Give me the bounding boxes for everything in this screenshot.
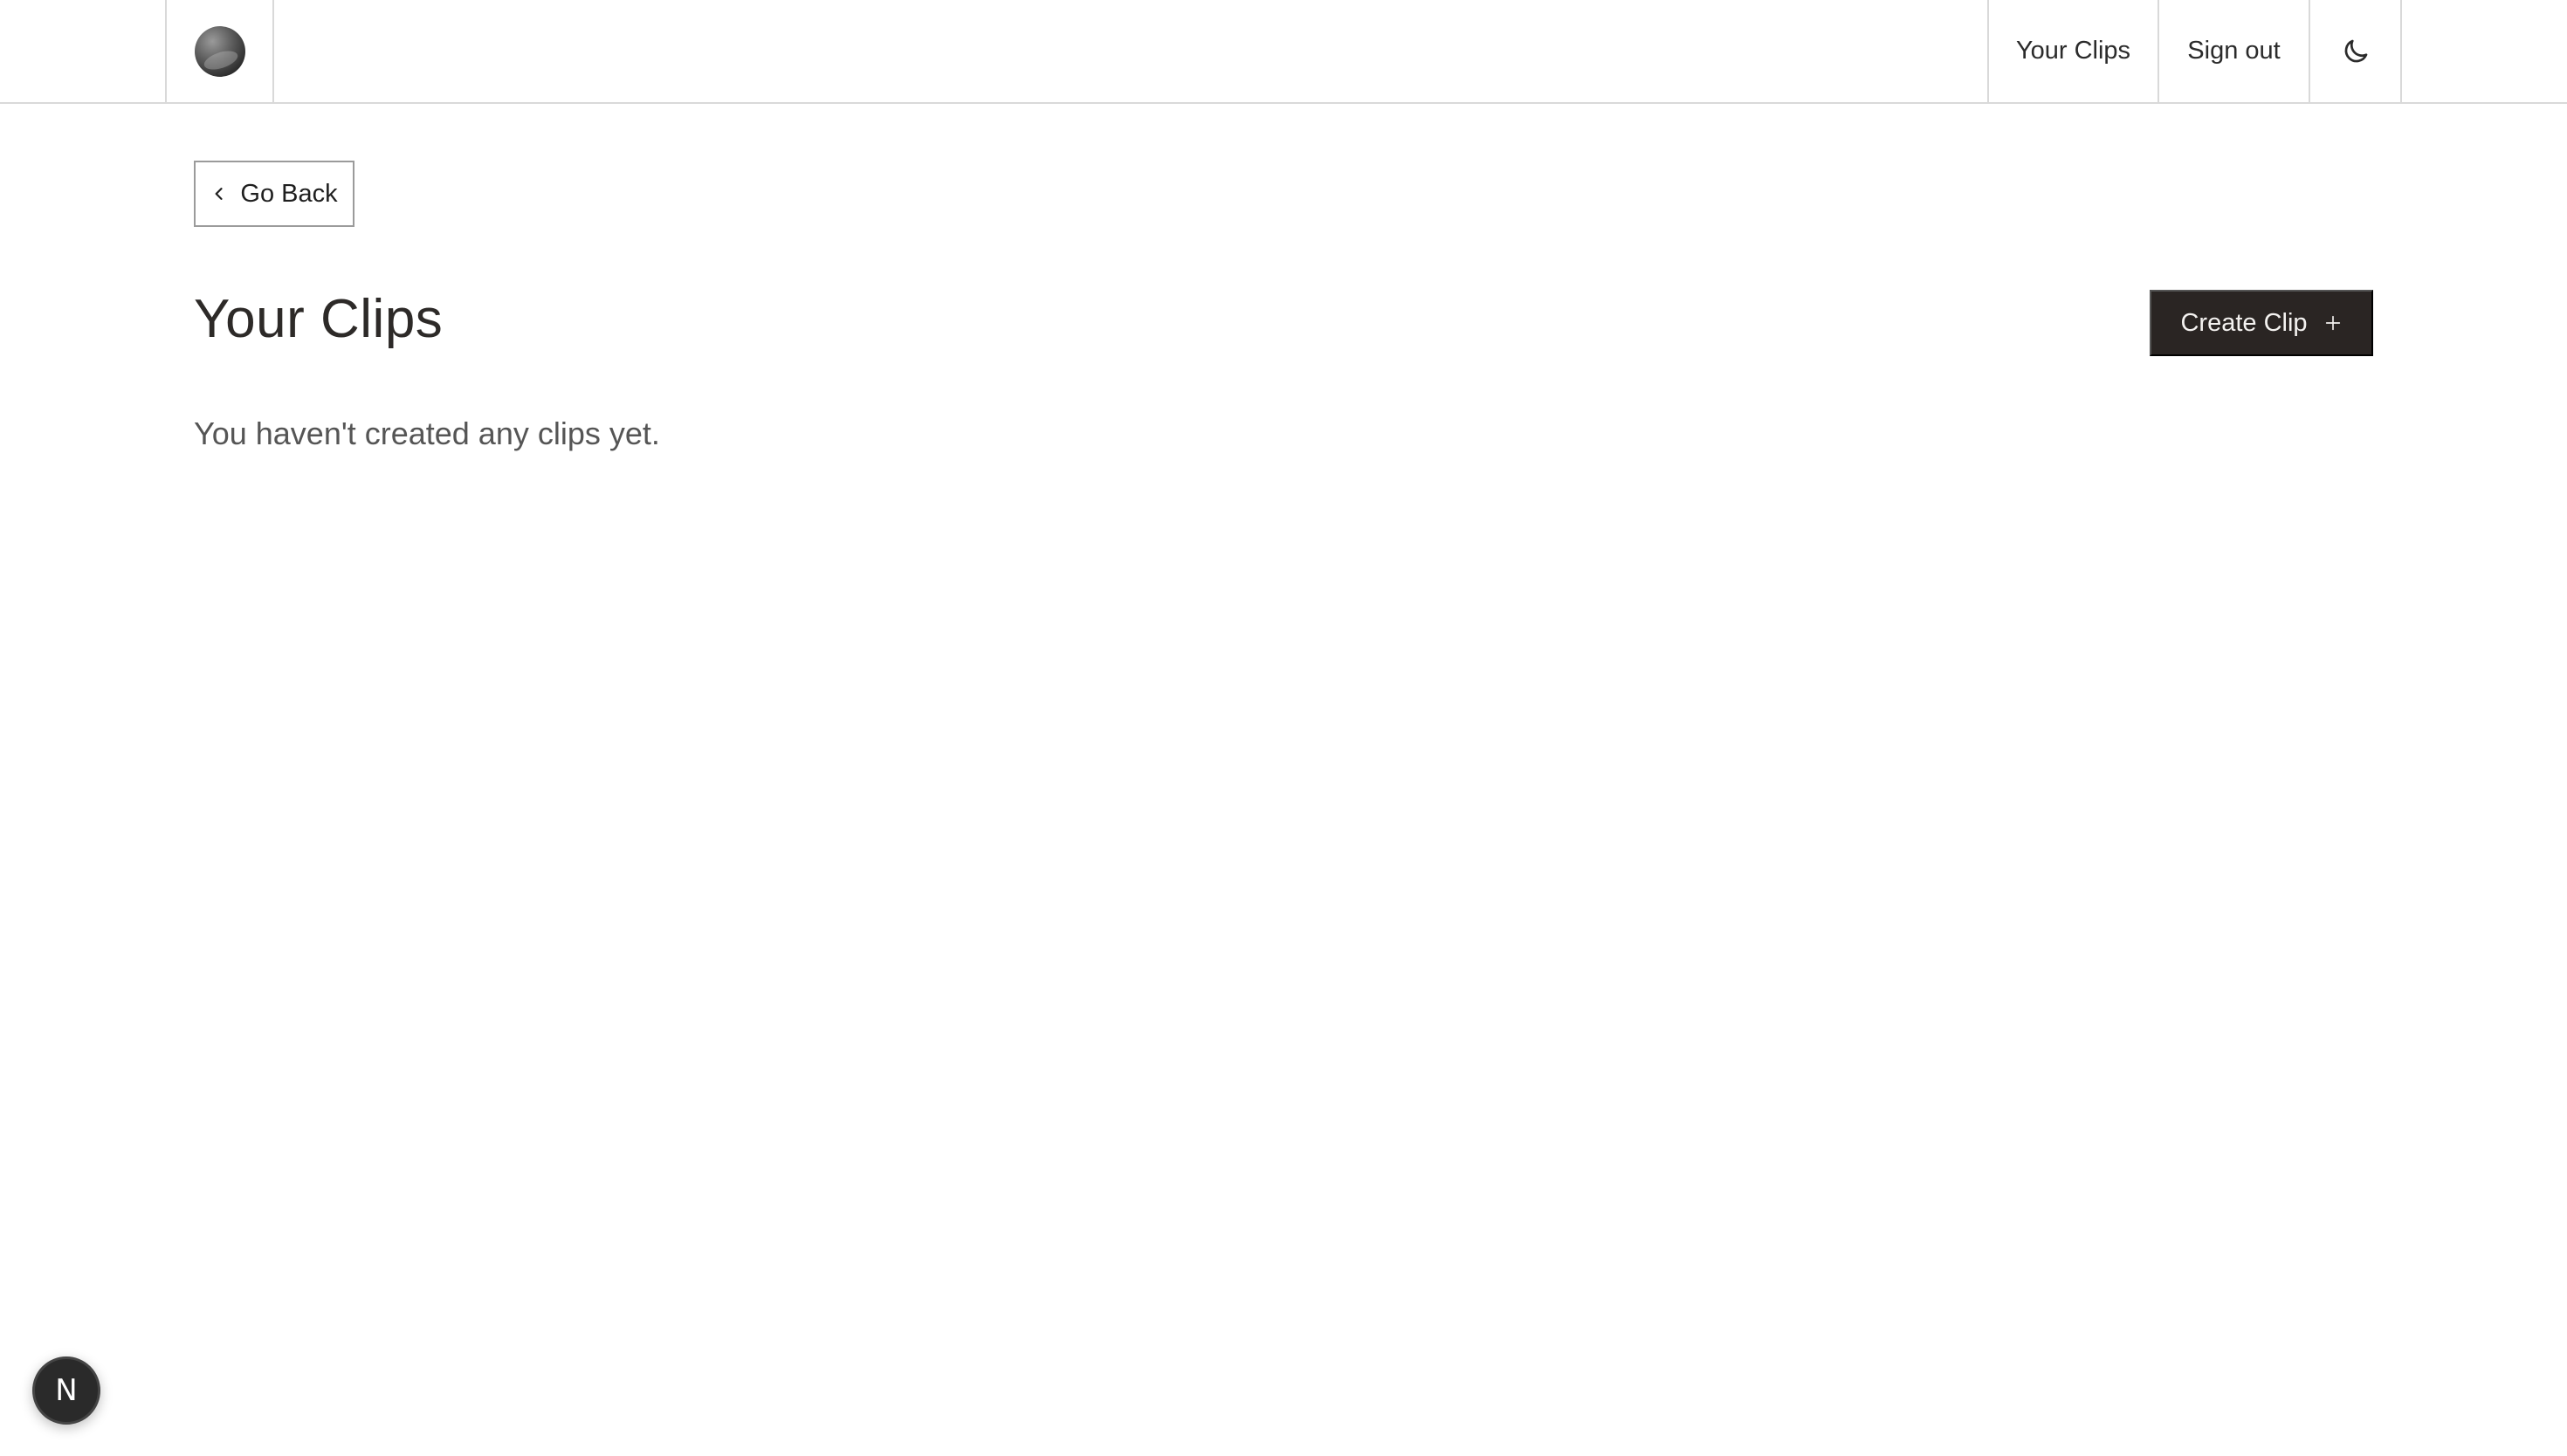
- nav-your-clips-label: Your Clips: [2015, 37, 2131, 65]
- top-navigation-bar: Your Clips Sign out: [0, 0, 2567, 104]
- nav-your-clips-link[interactable]: Your Clips: [1989, 0, 2159, 102]
- page-title: Your Clips: [194, 289, 444, 349]
- empty-state-message: You haven't created any clips yet.: [194, 416, 660, 451]
- theme-toggle-button[interactable]: [2310, 0, 2402, 102]
- dev-tools-badge[interactable]: N: [32, 1356, 100, 1425]
- chevron-left-icon: [210, 185, 228, 203]
- create-clip-button[interactable]: Create Clip: [2150, 290, 2373, 356]
- plus-icon: [2323, 313, 2343, 333]
- dev-badge-label: N: [55, 1373, 78, 1408]
- moon-icon: [2340, 36, 2371, 67]
- avatar-icon[interactable]: [194, 25, 245, 77]
- create-clip-label: Create Clip: [2180, 308, 2308, 337]
- nav-sign-out-label: Sign out: [2187, 37, 2281, 65]
- nav-sign-out-link[interactable]: Sign out: [2159, 0, 2310, 102]
- go-back-label: Go Back: [240, 179, 338, 208]
- go-back-button[interactable]: Go Back: [194, 161, 354, 227]
- avatar-cell[interactable]: [165, 0, 274, 102]
- header-nav: Your Clips Sign out: [1987, 0, 2402, 102]
